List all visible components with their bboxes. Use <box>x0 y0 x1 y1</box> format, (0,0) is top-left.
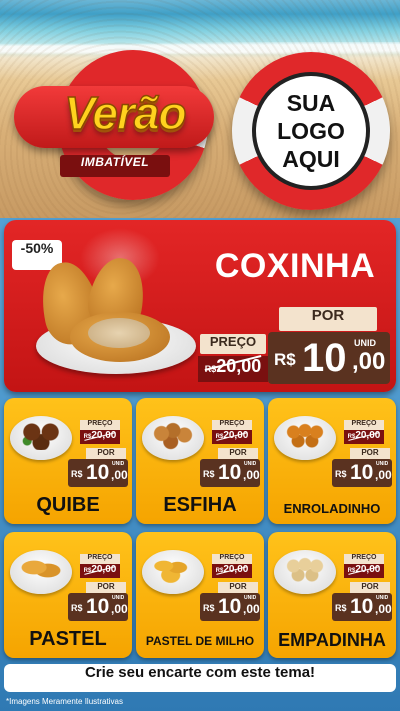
unit: UNID <box>376 595 389 601</box>
price-int: 10 <box>350 461 374 484</box>
price-dec: ,00 <box>111 602 128 616</box>
quibe-icon <box>18 420 64 450</box>
currency: R$ <box>203 603 215 613</box>
unit: UNID <box>112 595 125 601</box>
empadinha-icon <box>282 554 328 584</box>
unit: UNID <box>244 595 257 601</box>
product-name: ESFIHA <box>163 494 237 516</box>
hero-new-price: R$ 10 UNID ,00 <box>268 332 390 384</box>
product-card-pastel[interactable]: PREÇO R$20,00 POR R$ 10 UNID ,00 PASTEL <box>4 532 132 658</box>
price-int: 10 <box>86 461 110 484</box>
logo-line-3: AQUI <box>282 146 340 172</box>
coxinha-filling <box>88 318 150 348</box>
por-label: POR <box>350 448 390 459</box>
new-price: R$ 10 UNID ,00 <box>68 593 128 621</box>
new-price: R$ 10 UNID ,00 <box>332 593 392 621</box>
disclaimer: *Imagens Meramente Ilustrativas <box>6 697 123 706</box>
product-card-empadinha[interactable]: PREÇO R$20,00 POR R$ 10 UNID ,00 EMPADIN… <box>268 532 396 658</box>
badge-subtitle: IMBATÍVEL <box>60 155 170 177</box>
product-name: PASTEL DE MILHO <box>145 634 255 648</box>
hero-currency: R$ <box>274 350 296 369</box>
product-name: ENROLADINHO <box>283 501 381 516</box>
price-dec: ,00 <box>375 468 392 482</box>
product-name: EMPADINHA <box>278 630 386 650</box>
new-price: R$ 10 UNID ,00 <box>332 459 392 487</box>
preco-label: PREÇO <box>212 554 252 564</box>
currency: R$ <box>71 469 83 479</box>
price-int: 10 <box>218 461 242 484</box>
currency: R$ <box>335 469 347 479</box>
enroladinho-icon <box>282 420 328 450</box>
hero-por-label: POR <box>279 307 377 331</box>
por-label: POR <box>86 582 126 593</box>
new-price: R$ 10 UNID ,00 <box>68 459 128 487</box>
product-name: PASTEL <box>29 628 107 650</box>
currency: R$ <box>203 469 215 479</box>
product-name: QUIBE <box>36 494 100 516</box>
hero-price-int: 10 <box>302 336 347 380</box>
unit: UNID <box>244 461 257 467</box>
preco-label: PREÇO <box>80 554 120 564</box>
logo-line-2: LOGO <box>277 118 345 144</box>
preco-label: PREÇO <box>80 420 120 430</box>
new-price: R$ 10 UNID ,00 <box>200 459 260 487</box>
price-dec: ,00 <box>243 602 260 616</box>
preco-label: PREÇO <box>344 554 384 564</box>
product-card-esfiha[interactable]: PREÇO R$20,00 POR R$ 10 UNID ,00 ESFIHA <box>136 398 264 524</box>
hero-price-dec: ,00 <box>352 348 386 375</box>
unit: UNID <box>112 461 125 467</box>
hero-unit: UNID <box>354 338 376 348</box>
preco-label: PREÇO <box>344 420 384 430</box>
currency: R$ <box>335 603 347 613</box>
cta-banner[interactable]: Crie seu encarte com este tema! <box>4 664 396 692</box>
price-int: 10 <box>86 595 110 618</box>
hero-product-name: COXINHA <box>214 247 376 285</box>
por-label: POR <box>86 448 126 459</box>
new-price: R$ 10 UNID ,00 <box>200 593 260 621</box>
hero-preco-label: PREÇO <box>200 334 266 354</box>
por-label: POR <box>218 448 258 459</box>
pastel-icon <box>18 554 64 584</box>
unit: UNID <box>376 461 389 467</box>
product-card-enroladinho[interactable]: PREÇO R$20,00 POR R$ 10 UNID ,00 ENROLAD… <box>268 398 396 524</box>
badge-title: Verão <box>64 86 188 140</box>
por-label: POR <box>218 582 258 593</box>
price-int: 10 <box>350 595 374 618</box>
price-dec: ,00 <box>111 468 128 482</box>
logo-line-1: SUA <box>286 90 336 116</box>
preco-label: PREÇO <box>212 420 252 430</box>
currency: R$ <box>71 603 83 613</box>
por-label: POR <box>350 582 390 593</box>
product-card-quibe[interactable]: PREÇO R$20,00 POR R$ 10 UNID ,00 QUIBE <box>4 398 132 524</box>
pastel-de-milho-icon <box>150 554 196 584</box>
logo-placeholder[interactable]: SUA LOGO AQUI <box>252 72 370 190</box>
price-dec: ,00 <box>243 468 260 482</box>
esfiha-icon <box>150 420 196 450</box>
product-card-pastel-de-milho[interactable]: PREÇO R$20,00 POR R$ 10 UNID ,00 PASTEL … <box>136 532 264 658</box>
price-int: 10 <box>218 595 242 618</box>
price-dec: ,00 <box>375 602 392 616</box>
